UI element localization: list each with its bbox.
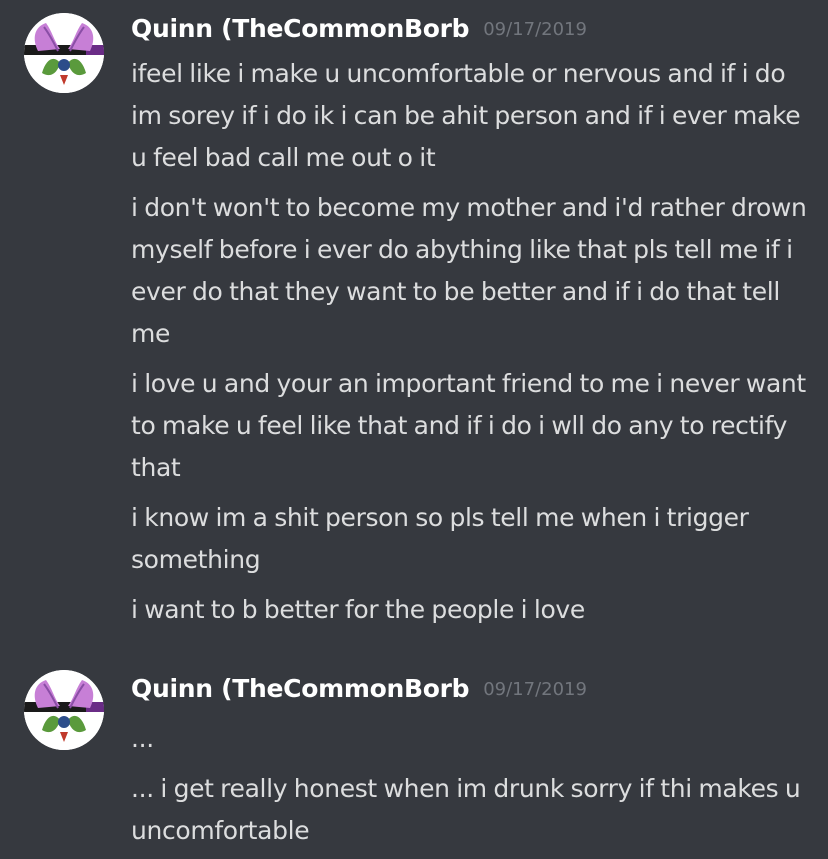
message-text[interactable]: i love u and your an important friend to… [131, 363, 811, 489]
message-content: ifeel like i make u uncomfortable or ner… [131, 53, 811, 639]
user-avatar-icon[interactable] [24, 13, 104, 93]
message-text[interactable]: ... i get really honest when im drunk so… [131, 768, 811, 852]
message-text[interactable]: i don't won't to become my mother and i'… [131, 187, 811, 355]
timestamp[interactable]: 09/17/2019 [483, 19, 587, 40]
avatar-image [24, 13, 104, 93]
message-text[interactable]: i know im a shit person so pls tell me w… [131, 497, 811, 581]
avatar-image [24, 670, 104, 750]
message-content: ... ... i get really honest when im drun… [131, 718, 811, 859]
message-text[interactable]: i want to b better for the people i love [131, 589, 811, 631]
message-text[interactable]: ... [131, 718, 811, 760]
user-avatar-icon[interactable] [24, 670, 104, 750]
username[interactable]: Quinn (TheCommonBorb [131, 14, 470, 43]
timestamp[interactable]: 09/17/2019 [483, 679, 587, 700]
message-text[interactable]: ifeel like i make u uncomfortable or ner… [131, 53, 811, 179]
username[interactable]: Quinn (TheCommonBorb [131, 674, 470, 703]
message-header: Quinn (TheCommonBorb 09/17/2019 [131, 14, 587, 43]
message-header: Quinn (TheCommonBorb 09/17/2019 [131, 674, 587, 703]
